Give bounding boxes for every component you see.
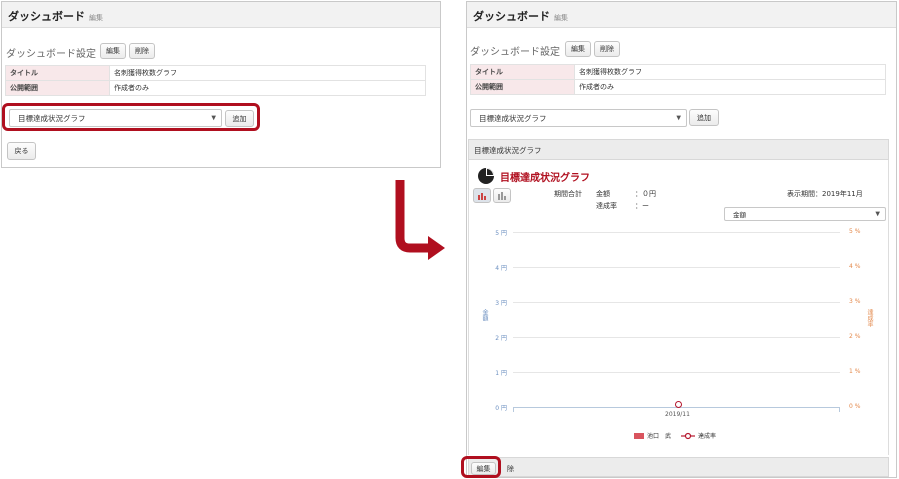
highlight-footer-edit: [461, 456, 501, 478]
select-value: 目標達成状況グラフ: [479, 113, 547, 123]
x-tick-right: [839, 407, 840, 412]
row-label: 公開範囲: [5, 80, 110, 96]
chart-area: 5 円 4 円 3 円 2 円 1 円 0 円 5 % 4 % 3 % 2 % 1 % 0 % 金額…: [469, 225, 890, 455]
table-row: 公開範囲 作成者のみ: [5, 80, 426, 96]
y-right-tick-label: 2 %: [849, 333, 861, 340]
rate-label: 達成率: [596, 202, 617, 210]
row-label: タイトル: [470, 64, 575, 80]
settings-table: タイトル 名刺獲得枚数グラフ 公開範囲 作成者のみ: [5, 65, 426, 96]
chart-legend: 池口 武 達成率: [634, 431, 716, 440]
widget-header: 目標達成状況グラフ: [468, 139, 889, 160]
column-chart-toggle[interactable]: [493, 188, 511, 203]
row-label: タイトル: [5, 65, 110, 81]
x-tick-left: [513, 407, 514, 412]
grid-line: [513, 302, 840, 303]
stacked-chart-icon: [498, 191, 506, 200]
y-left-tick-label: 4 円: [495, 265, 507, 272]
section-title: ダッシュボード設定: [470, 47, 560, 58]
widget-body: 目標達成状況グラフ 期間合計 金額 ：０円 達成率 ：ー 表示期間：2019年1…: [468, 160, 889, 455]
edit-button[interactable]: 編集: [100, 43, 126, 59]
rate-data-point[interactable]: [675, 401, 682, 408]
edit-button[interactable]: 編集: [565, 41, 591, 57]
grid-line: [513, 267, 840, 268]
flow-arrow-icon: [395, 180, 445, 260]
metric-select[interactable]: 金額 ▼: [724, 207, 886, 221]
y-left-tick-label: 5 円: [495, 230, 507, 237]
row-label: 公開範囲: [470, 79, 575, 95]
settings-table: タイトル 名刺獲得枚数グラフ 公開範囲 作成者のみ: [470, 64, 886, 95]
footer-delete-button[interactable]: 除: [507, 464, 514, 474]
rate-value: ：ー: [635, 202, 649, 210]
y-right-tick-label: 0 %: [849, 403, 861, 410]
y-right-tick-label: 5 %: [849, 228, 861, 235]
table-row: タイトル 名刺獲得枚数グラフ: [5, 65, 426, 81]
legend-bar-swatch: [634, 432, 644, 439]
panel-header: ダッシュボード 編集: [2, 2, 440, 28]
display-period: 表示期間：2019年11月: [787, 190, 863, 198]
highlight-select-row: [2, 103, 260, 131]
panel-title: ダッシュボード: [473, 10, 550, 23]
metric-select-value: 金額: [733, 211, 746, 219]
dashboard-panel-before: ダッシュボード 編集 ダッシュボード設定 編集 削除 タイトル 名刺獲得枚数グラ…: [1, 1, 441, 168]
caret-down-icon: ▼: [875, 210, 880, 218]
section-title: ダッシュボード設定: [6, 49, 96, 60]
add-button[interactable]: 追加: [689, 109, 719, 126]
widget-header-title: 目標達成状況グラフ: [474, 146, 542, 155]
legend-line-swatch: [681, 432, 696, 439]
delete-button[interactable]: 削除: [594, 41, 620, 57]
panel-header: ダッシュボード 編集: [467, 2, 896, 28]
legend-series-1[interactable]: 池口 武: [647, 431, 671, 440]
bar-chart-icon: [478, 192, 486, 200]
bar-chart-toggle[interactable]: [473, 188, 491, 203]
delete-button[interactable]: 削除: [129, 43, 155, 59]
grid-line: [513, 337, 840, 338]
y-right-tick-label: 4 %: [849, 263, 861, 270]
y-axis-right-label: 達成率: [866, 309, 873, 327]
back-button[interactable]: 戻る: [7, 142, 36, 160]
x-tick-label: 2019/11: [665, 411, 690, 418]
row-value: 名刺獲得枚数グラフ: [109, 65, 426, 81]
graph-type-select[interactable]: 目標達成状況グラフ ▼: [470, 109, 687, 127]
row-value: 名刺獲得枚数グラフ: [574, 64, 886, 80]
amount-value: ：０円: [635, 190, 656, 198]
row-value: 作成者のみ: [109, 80, 426, 96]
table-row: タイトル 名刺獲得枚数グラフ: [470, 64, 886, 80]
y-left-tick-label: 2 円: [495, 335, 507, 342]
y-axis-left-label: 金額: [481, 309, 488, 321]
grid-line: [513, 232, 840, 233]
period-total-label: 期間合計: [554, 190, 582, 198]
widget-title: 目標達成状況グラフ: [500, 173, 590, 184]
y-right-tick-label: 1 %: [849, 368, 861, 375]
table-row: 公開範囲 作成者のみ: [470, 79, 886, 95]
pie-chart-icon: [478, 168, 494, 184]
widget-footer: [468, 457, 889, 477]
row-value: 作成者のみ: [574, 79, 886, 95]
y-right-tick-label: 3 %: [849, 298, 861, 305]
amount-label: 金額: [596, 190, 610, 198]
caret-down-icon: ▼: [676, 114, 681, 122]
panel-edit-link[interactable]: 編集: [89, 13, 103, 23]
y-left-tick-label: 3 円: [495, 300, 507, 307]
dashboard-panel-after: ダッシュボード 編集 ダッシュボード設定 編集 削除 タイトル 名刺獲得枚数グラ…: [466, 1, 897, 478]
grid-line: [513, 372, 840, 373]
panel-title: ダッシュボード: [8, 10, 85, 23]
y-left-tick-label: 1 円: [495, 370, 507, 377]
panel-edit-link[interactable]: 編集: [554, 13, 568, 23]
y-left-tick-label: 0 円: [495, 405, 507, 412]
legend-series-2[interactable]: 達成率: [698, 431, 716, 440]
